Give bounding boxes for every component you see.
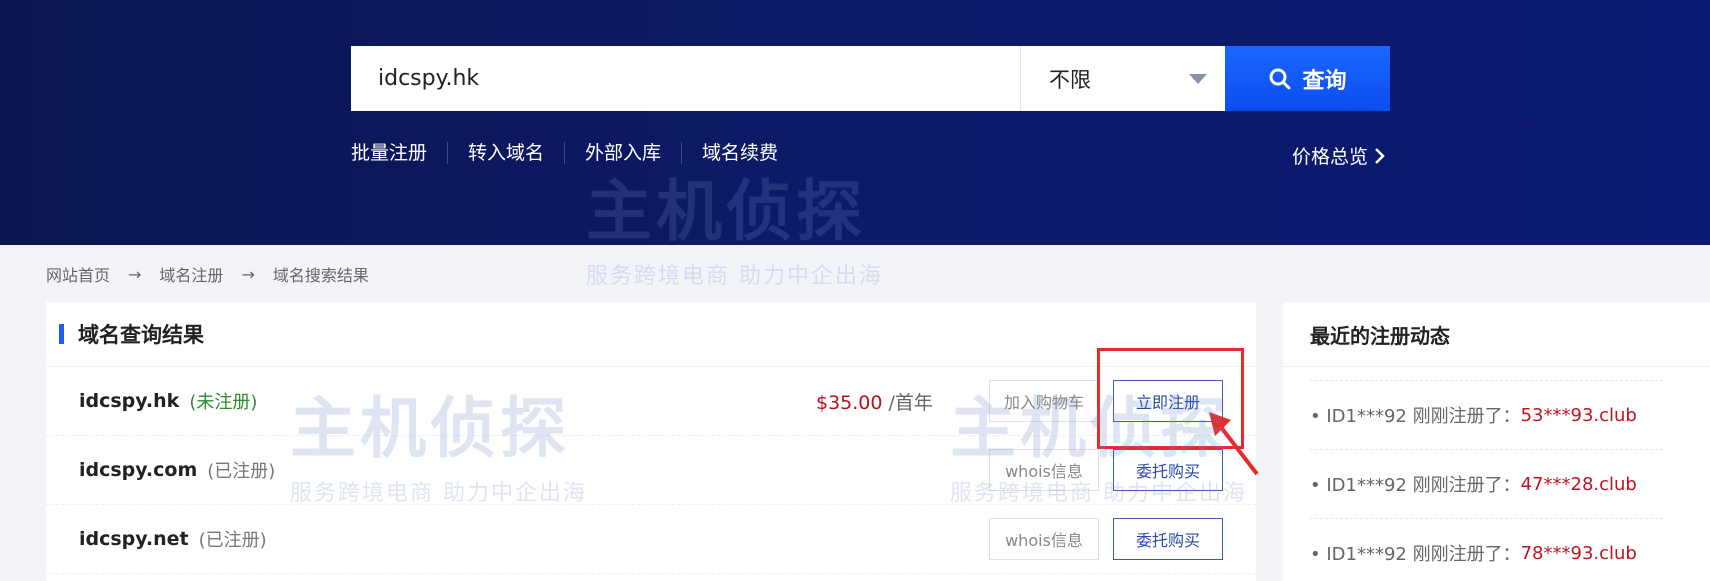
result-status: (未注册) (189, 392, 258, 413)
quick-link-bulk-register[interactable]: 批量注册 (351, 142, 447, 164)
add-to-cart-button[interactable]: 加入购物车 (989, 380, 1099, 422)
result-row: idcspy.hk (未注册) $35.00 /首年 加入购物车 立即注册 (46, 367, 1256, 436)
quick-links: 批量注册 转入域名 外部入库 域名续费 (351, 142, 798, 164)
whois-button[interactable]: whois信息 (989, 449, 1099, 491)
result-row: idcspy.net (已注册) whois信息 委托购买 (46, 505, 1256, 574)
recent-registrations-card: 最近的注册动态 • ID1***92 刚刚注册了： 53***93.club •… (1283, 302, 1710, 581)
list-item: • ID1***92 刚刚注册了： 53***93.club (1310, 380, 1663, 449)
price-unit: /首年 (888, 391, 933, 414)
search-hero: 不限 查询 批量注册 转入域名 外部入库 域名续费 价格总览 (0, 0, 1710, 245)
results-title-text: 域名查询结果 (78, 323, 204, 347)
suffix-filter-value: 不限 (1049, 67, 1091, 92)
breadcrumb-separator: → (241, 264, 255, 284)
suffix-filter-select[interactable]: 不限 (1020, 46, 1225, 111)
list-item: • ID1***92 刚刚注册了： 47***28.club (1310, 449, 1663, 518)
breadcrumb-search-results: 域名搜索结果 (272, 266, 369, 285)
price-overview-label: 价格总览 (1292, 146, 1369, 168)
result-domain: idcspy.hk (79, 390, 180, 412)
price-overview-link[interactable]: 价格总览 (1292, 142, 1386, 169)
result-price: $35.00 /首年 (816, 388, 933, 415)
whois-button[interactable]: whois信息 (989, 518, 1099, 560)
watermark-subtext: 服务跨境电商 助力中企出海 (586, 264, 883, 289)
feed-domain: 78***93.club (1520, 542, 1637, 564)
price-value: $35.00 (816, 391, 883, 414)
search-input[interactable] (351, 46, 1020, 111)
feed-user: • ID1***92 刚刚注册了： (1310, 544, 1521, 565)
feed-user: • ID1***92 刚刚注册了： (1310, 475, 1521, 496)
results-title: 域名查询结果 (46, 302, 1256, 367)
quick-link-renew[interactable]: 域名续费 (681, 142, 798, 164)
feed-domain: 47***28.club (1520, 473, 1637, 495)
list-item: • ID1***92 刚刚注册了： 78***93.club (1310, 518, 1663, 581)
breadcrumb-separator: → (128, 264, 142, 284)
title-accent-bar (59, 324, 64, 344)
annotation-arrow-icon (1209, 412, 1259, 476)
chevron-right-icon (1375, 147, 1385, 164)
result-status: (已注册) (198, 530, 267, 551)
quick-link-external-import[interactable]: 外部入库 (564, 142, 681, 164)
breadcrumb-domain-register[interactable]: 域名注册 (159, 262, 223, 286)
breadcrumb: 网站首页 → 域名注册 → 域名搜索结果 (46, 262, 369, 286)
feed-domain: 53***93.club (1520, 404, 1637, 426)
result-domain: idcspy.net (79, 528, 189, 550)
chevron-down-icon (1189, 73, 1207, 84)
broker-purchase-button[interactable]: 委托购买 (1113, 518, 1223, 560)
search-bar: 不限 查询 (351, 46, 1390, 111)
recent-title: 最近的注册动态 (1283, 302, 1710, 367)
search-button-label: 查询 (1302, 68, 1347, 94)
result-domain: idcspy.com (79, 459, 198, 481)
quick-link-transfer-in[interactable]: 转入域名 (447, 142, 564, 164)
results-card: 域名查询结果 idcspy.hk (未注册) $35.00 /首年 加入购物车 … (46, 302, 1256, 581)
feed-user: • ID1***92 刚刚注册了： (1310, 406, 1521, 427)
search-icon (1269, 68, 1291, 89)
search-button[interactable]: 查询 (1225, 46, 1390, 111)
result-status: (已注册) (207, 461, 276, 482)
breadcrumb-home[interactable]: 网站首页 (46, 262, 110, 286)
result-row: idcspy.com (已注册) whois信息 委托购买 (46, 436, 1256, 505)
